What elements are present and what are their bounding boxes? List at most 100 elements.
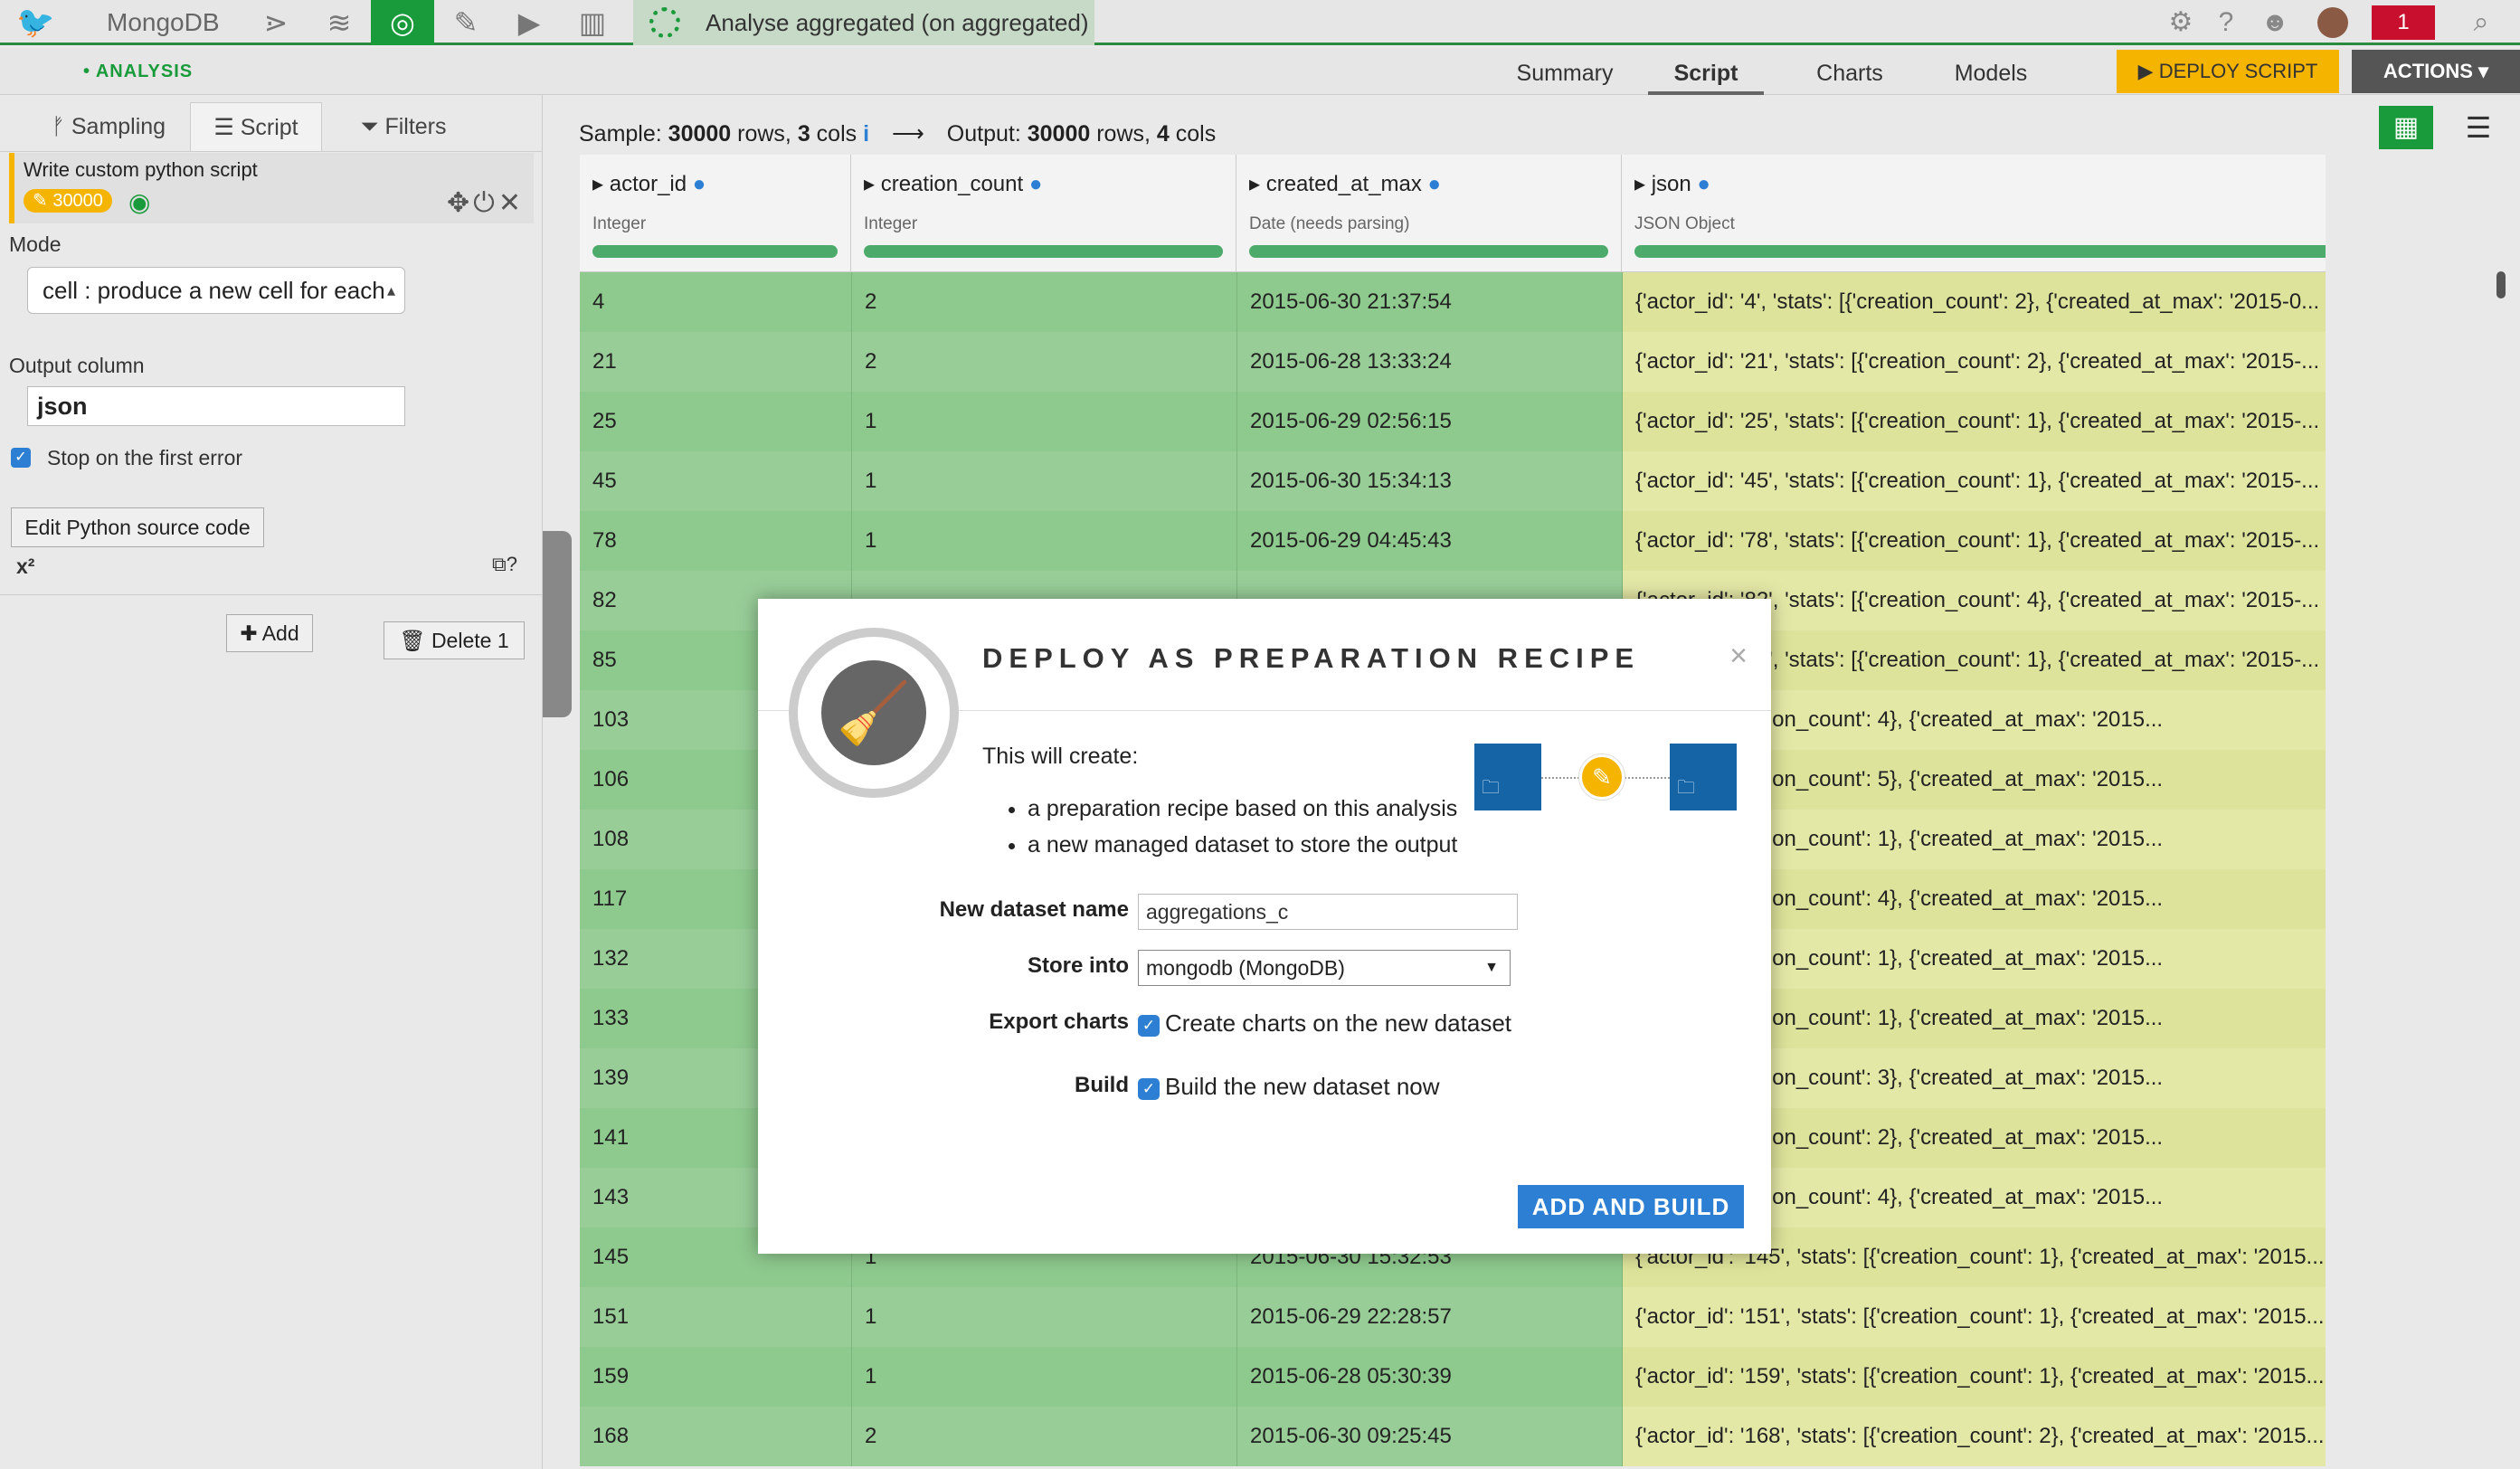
table-cell[interactable]: 2015-06-28 05:30:39 [1236, 1347, 1622, 1407]
tab-sampling[interactable]: ᚠ Sampling [36, 102, 181, 151]
column-info-icon[interactable]: ● [1697, 172, 1710, 196]
output-rows-suffix: rows, [1090, 121, 1157, 147]
tab-filters[interactable]: ⏷ Filters [340, 102, 467, 151]
table-cell[interactable]: 168 [580, 1407, 851, 1466]
table-cell[interactable]: 1 [851, 392, 1236, 451]
table-cell[interactable]: 25 [580, 392, 851, 451]
table-cell[interactable]: 2015-06-30 09:25:45 [1236, 1407, 1622, 1466]
column-header[interactable]: ▸ created_at_max ● Date (needs parsing) [1236, 155, 1622, 272]
notebook-icon[interactable]: ✎ [434, 0, 497, 45]
table-cell[interactable]: 2015-06-29 04:45:43 [1236, 511, 1622, 571]
datasets-icon[interactable]: ≋ [308, 0, 371, 45]
close-icon[interactable]: × [1729, 639, 1748, 674]
table-row[interactable]: 159 1 2015-06-28 05:30:39 {'actor_id': '159… [580, 1347, 2326, 1407]
table-row[interactable]: 168 2 2015-06-30 09:25:45 {'actor_id': '168… [580, 1407, 2326, 1466]
power-icon[interactable]: ⏻ [473, 188, 498, 218]
copy-help-icon[interactable]: ⧉? [492, 553, 517, 576]
actions-button[interactable]: ACTIONS ▾ [2352, 50, 2520, 93]
table-cell[interactable]: 78 [580, 511, 851, 571]
table-cell[interactable]: 2 [851, 332, 1236, 392]
panel-resize-handle[interactable] [543, 531, 572, 717]
scrollbar-thumb[interactable] [2496, 271, 2506, 299]
tab-models[interactable]: Models [1941, 48, 2041, 95]
add-step-button[interactable]: ✚ Add [226, 614, 313, 652]
delete-step-button[interactable]: 🗑 Delete 1 [384, 621, 525, 659]
table-cell[interactable]: {'actor_id': '21', 'stats': [{'creation_… [1622, 332, 2326, 392]
move-icon[interactable]: ✥ [447, 188, 473, 218]
table-cell[interactable]: {'actor_id': '45', 'stats': [{'creation_… [1622, 451, 2326, 511]
project-name[interactable]: MongoDB [107, 0, 220, 45]
search-icon[interactable]: ⌕ [2458, 0, 2504, 45]
column-quality-bar [864, 245, 1223, 258]
stop-on-error-checkbox[interactable]: ✓ [11, 448, 31, 468]
dashboard-chart-icon[interactable]: ▥ [561, 0, 624, 45]
table-cell[interactable]: 2015-06-28 13:33:24 [1236, 332, 1622, 392]
help-icon[interactable]: ? [2203, 0, 2249, 45]
column-info-icon[interactable]: ● [1029, 172, 1043, 196]
export-charts-checkbox[interactable]: ✓ [1138, 1015, 1160, 1037]
table-cell[interactable]: 1 [851, 451, 1236, 511]
table-cell[interactable]: 2015-06-30 15:34:13 [1236, 451, 1622, 511]
add-and-build-button[interactable]: ADD AND BUILD [1518, 1185, 1744, 1228]
table-cell[interactable]: {'actor_id': '78', 'stats': [{'creation_… [1622, 511, 2326, 571]
table-cell[interactable]: {'actor_id': '151', 'stats': [{'creation… [1622, 1287, 2326, 1347]
eye-icon[interactable]: ◉ [128, 187, 150, 217]
table-cell[interactable]: {'actor_id': '159', 'stats': [{'creation… [1622, 1347, 2326, 1407]
deploy-script-button[interactable]: ▶ DEPLOY SCRIPT [2117, 50, 2339, 93]
vertical-scrollbar[interactable] [2496, 154, 2509, 1469]
output-cols: 4 [1156, 121, 1170, 147]
breadcrumb[interactable]: Analyse aggregated (on aggregated) [633, 0, 1094, 45]
table-cell[interactable]: 4 [580, 272, 851, 332]
table-view-icon[interactable]: ▦ [2379, 106, 2433, 149]
output-column-input[interactable]: json [27, 386, 405, 426]
step-title: Write custom python script [24, 158, 258, 181]
table-cell[interactable]: 1 [851, 511, 1236, 571]
script-step[interactable]: Write custom python script ✎ 30000 ◉ ✥⏻✕ [9, 153, 534, 223]
dss-bird-logo-icon[interactable]: 🐦 [16, 7, 60, 38]
tab-charts[interactable]: Charts [1800, 48, 1899, 95]
edit-python-button[interactable]: Edit Python source code [11, 507, 264, 547]
table-cell[interactable]: 1 [851, 1347, 1236, 1407]
notification-badge[interactable]: 1 [2372, 5, 2435, 40]
column-header[interactable]: ▸ creation_count ● Integer [851, 155, 1236, 272]
column-info-icon[interactable]: ● [693, 172, 706, 196]
table-cell[interactable]: 2015-06-29 02:56:15 [1236, 392, 1622, 451]
column-header[interactable]: ▸ json ● JSON Object [1622, 155, 2326, 272]
close-icon[interactable]: ✕ [498, 188, 525, 218]
store-into-select[interactable]: mongodb (MongoDB) ▼ [1138, 950, 1511, 986]
table-cell[interactable]: {'actor_id': '168', 'stats': [{'creation… [1622, 1407, 2326, 1466]
table-row[interactable]: 78 1 2015-06-29 04:45:43 {'actor_id': '78',… [580, 511, 2326, 571]
table-cell[interactable]: 159 [580, 1347, 851, 1407]
table-cell[interactable]: {'actor_id': '25', 'stats': [{'creation_… [1622, 392, 2326, 451]
info-icon[interactable]: i [863, 121, 869, 147]
table-row[interactable]: 45 1 2015-06-30 15:34:13 {'actor_id': '45',… [580, 451, 2326, 511]
table-cell[interactable]: 151 [580, 1287, 851, 1347]
avatar[interactable] [2317, 7, 2348, 38]
tab-script-panel[interactable]: ☰ Script [190, 102, 322, 151]
table-cell[interactable]: 2015-06-30 21:37:54 [1236, 272, 1622, 332]
table-cell[interactable]: {'actor_id': '4', 'stats': [{'creation_c… [1622, 272, 2326, 332]
mode-select[interactable]: cell : produce a new cell for each ▴▾ [27, 267, 405, 314]
table-cell[interactable]: 2015-06-29 22:28:57 [1236, 1287, 1622, 1347]
table-row[interactable]: 25 1 2015-06-29 02:56:15 {'actor_id': '25',… [580, 392, 2326, 451]
table-row[interactable]: 21 2 2015-06-28 13:33:24 {'actor_id': '21',… [580, 332, 2326, 392]
gear-icon[interactable]: ⚙ [2158, 0, 2203, 45]
tab-script[interactable]: Script [1648, 48, 1764, 95]
build-now-checkbox[interactable]: ✓ [1138, 1078, 1160, 1100]
table-cell[interactable]: 2 [851, 1407, 1236, 1466]
table-cell[interactable]: 21 [580, 332, 851, 392]
dataset-name-input[interactable]: aggregations_c [1138, 894, 1518, 930]
list-view-icon[interactable]: ☰ [2451, 106, 2506, 149]
table-row[interactable]: 4 2 2015-06-30 21:37:54 {'actor_id': '4', '… [580, 272, 2326, 332]
column-info-icon[interactable]: ● [1428, 172, 1442, 196]
table-cell[interactable]: 45 [580, 451, 851, 511]
jobs-run-icon[interactable]: ▶ [497, 0, 561, 45]
table-row[interactable]: 151 1 2015-06-29 22:28:57 {'actor_id': '151… [580, 1287, 2326, 1347]
column-header[interactable]: ▸ actor_id ● Integer [580, 155, 851, 272]
analysis-icon[interactable]: ◎ [371, 0, 434, 45]
table-cell[interactable]: 1 [851, 1287, 1236, 1347]
table-cell[interactable]: 2 [851, 272, 1236, 332]
flow-icon[interactable]: ⋗ [244, 0, 308, 45]
users-icon[interactable]: ☻ [2252, 0, 2297, 45]
tab-summary[interactable]: Summary [1502, 48, 1628, 95]
